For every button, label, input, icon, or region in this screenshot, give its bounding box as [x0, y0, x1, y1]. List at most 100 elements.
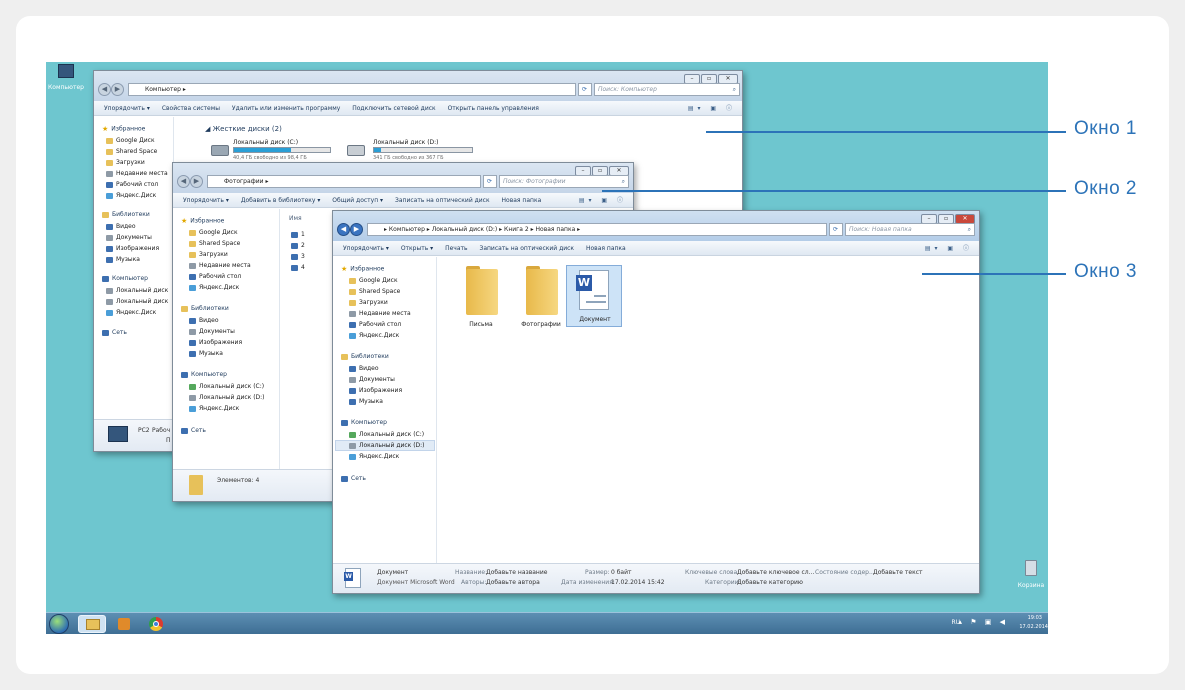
sidebar-item-downloads[interactable]: Загрузки: [189, 251, 228, 258]
sidebar-item-drive-d[interactable]: Локальный диск: [106, 298, 168, 305]
sidebar-item-music[interactable]: Музыка: [189, 350, 223, 357]
sidebar-item-yandex-disk[interactable]: Яндекс.Диск: [189, 284, 239, 291]
file-row[interactable]: 4: [291, 264, 305, 271]
column-header-name[interactable]: Имя: [289, 215, 302, 222]
sidebar-item-drive-c[interactable]: Локальный диск (C:): [349, 431, 424, 438]
cmd-new-folder[interactable]: Новая папка: [502, 197, 542, 204]
sidebar-network[interactable]: Сеть: [102, 329, 127, 336]
clock-date[interactable]: 17.02.2014: [1019, 624, 1048, 630]
taskbar-explorer-button[interactable]: [78, 615, 106, 633]
folder-item-photos[interactable]: Фотографии: [512, 265, 570, 328]
file-row[interactable]: 1: [291, 231, 305, 238]
sidebar-item-music[interactable]: Музыка: [349, 398, 383, 405]
sidebar-item-desktop[interactable]: Рабочий стол: [349, 321, 401, 328]
sidebar-item-yandex-disk-2[interactable]: Яндекс.Диск: [189, 405, 239, 412]
sidebar-favorites[interactable]: ★ Избранное: [181, 217, 224, 225]
start-button[interactable]: [49, 614, 69, 634]
sidebar-item-yandex-disk-2[interactable]: Яндекс.Диск: [106, 309, 156, 316]
sidebar-item-documents[interactable]: Документы: [349, 376, 395, 383]
search-input[interactable]: Поиск: Новая папка: [845, 223, 975, 236]
cmd-print[interactable]: Печать: [445, 245, 467, 252]
sidebar-item-google-drive[interactable]: Google Диск: [106, 137, 155, 144]
sidebar-favorites[interactable]: ★ Избранное: [102, 125, 145, 133]
sidebar-item-recent[interactable]: Недавние места: [189, 262, 251, 269]
window-3[interactable]: – ▫ ✕ ◀ ▶ ▸ Компьютер ▸ Локальный диск (…: [332, 210, 980, 594]
address-bar[interactable]: ▸ Компьютер ▸ Локальный диск (D:) ▸ Книг…: [367, 223, 827, 236]
file-item-document[interactable]: W Документ: [566, 265, 622, 327]
sidebar-item-google-drive[interactable]: Google Диск: [189, 229, 238, 236]
detail-title-value[interactable]: Добавьте название: [486, 569, 547, 576]
cmd-open[interactable]: Открыть ▾: [401, 245, 433, 252]
view-options-icon[interactable]: ▤▾ ▣ ⓘ: [925, 241, 973, 256]
sidebar-item-pictures[interactable]: Изображения: [106, 245, 159, 252]
detail-authors-value[interactable]: Добавьте автора: [486, 579, 540, 586]
sidebar-item-drive-d[interactable]: Локальный диск (D:): [349, 442, 425, 449]
cmd-system-properties[interactable]: Свойства системы: [162, 105, 220, 112]
recycle-bin-icon[interactable]: Корзина: [1014, 560, 1048, 589]
cmd-burn[interactable]: Записать на оптический диск: [395, 197, 490, 204]
sidebar-item-downloads[interactable]: Загрузки: [349, 299, 388, 306]
sidebar-computer[interactable]: Компьютер: [102, 275, 148, 282]
taskbar-chrome-button[interactable]: [142, 615, 170, 633]
forward-icon[interactable]: ▶: [111, 83, 124, 96]
sidebar-item-video[interactable]: Видео: [349, 365, 379, 372]
cmd-burn[interactable]: Записать на оптический диск: [479, 245, 574, 252]
file-row[interactable]: 3: [291, 253, 305, 260]
forward-icon[interactable]: ▶: [350, 223, 363, 236]
back-icon[interactable]: ◀: [337, 223, 350, 236]
sidebar-favorites[interactable]: ★ Избранное: [341, 265, 384, 273]
sidebar-item-documents[interactable]: Документы: [106, 234, 152, 241]
cmd-new-folder[interactable]: Новая папка: [586, 245, 626, 252]
view-options-icon[interactable]: ▤▾ ▣ ⓘ: [688, 101, 736, 116]
sidebar-item-music[interactable]: Музыка: [106, 256, 140, 263]
sidebar-item-google-drive[interactable]: Google Диск: [349, 277, 398, 284]
sidebar-item-documents[interactable]: Документы: [189, 328, 235, 335]
cmd-organize[interactable]: Упорядочить ▾: [183, 197, 229, 204]
search-input[interactable]: Поиск: Фотографии: [499, 175, 629, 188]
address-bar[interactable]: Фотографии ▸: [207, 175, 481, 188]
sidebar-item-yandex-disk[interactable]: Яндекс.Диск: [349, 332, 399, 339]
file-row[interactable]: 2: [291, 242, 305, 249]
sidebar-item-pictures[interactable]: Изображения: [349, 387, 402, 394]
taskbar-media-button[interactable]: [110, 615, 138, 633]
detail-state-value[interactable]: Добавьте текст: [873, 569, 923, 576]
sidebar-item-drive-c[interactable]: Локальный диск (C:): [189, 383, 264, 390]
sidebar-item-drive-c[interactable]: Локальный диск: [106, 287, 168, 294]
desktop-computer-icon[interactable]: Компьютер: [46, 64, 86, 91]
sidebar-item-shared-space[interactable]: Shared Space: [106, 148, 157, 155]
sidebar-libraries[interactable]: Библиотеки: [181, 305, 229, 312]
search-input[interactable]: Поиск: Компьютер: [594, 83, 740, 96]
refresh-icon[interactable]: ⟳: [483, 175, 497, 188]
view-options-icon[interactable]: ▤▾ ▣ ⓘ: [579, 193, 627, 208]
sidebar-item-video[interactable]: Видео: [106, 223, 136, 230]
sidebar-item-drive-d[interactable]: Локальный диск (D:): [189, 394, 265, 401]
sidebar-computer[interactable]: Компьютер: [181, 371, 227, 378]
folder-item-letters[interactable]: Письма: [452, 265, 510, 328]
cmd-organize[interactable]: Упорядочить ▾: [343, 245, 389, 252]
back-icon[interactable]: ◀: [98, 83, 111, 96]
sidebar-item-yandex-disk-2[interactable]: Яндекс.Диск: [349, 453, 399, 460]
cmd-share[interactable]: Общий доступ ▾: [332, 197, 383, 204]
cmd-map-drive[interactable]: Подключить сетевой диск: [352, 105, 435, 112]
section-hard-drives[interactable]: ◢ Жесткие диски (2): [205, 125, 282, 133]
sidebar-network[interactable]: Сеть: [341, 475, 366, 482]
sidebar-item-pictures[interactable]: Изображения: [189, 339, 242, 346]
back-icon[interactable]: ◀: [177, 175, 190, 188]
sidebar-item-yandex-disk[interactable]: Яндекс.Диск: [106, 192, 156, 199]
sidebar-item-shared-space[interactable]: Shared Space: [189, 240, 240, 247]
refresh-icon[interactable]: ⟳: [829, 223, 843, 236]
cmd-add-to-library[interactable]: Добавить в библиотеку ▾: [241, 197, 321, 204]
detail-tags-value[interactable]: Добавьте ключевое сл...: [737, 569, 814, 576]
sidebar-item-desktop[interactable]: Рабочий стол: [189, 273, 241, 280]
cmd-control-panel[interactable]: Открыть панель управления: [448, 105, 539, 112]
sidebar-item-recent[interactable]: Недавние места: [349, 310, 411, 317]
cmd-organize[interactable]: Упорядочить ▾: [104, 105, 150, 112]
address-bar[interactable]: Компьютер ▸: [128, 83, 576, 96]
sidebar-item-recent[interactable]: Недавние места: [106, 170, 168, 177]
clock-time[interactable]: 19:03: [1028, 615, 1042, 621]
sidebar-item-desktop[interactable]: Рабочий стол: [106, 181, 158, 188]
sidebar-network[interactable]: Сеть: [181, 427, 206, 434]
sidebar-item-video[interactable]: Видео: [189, 317, 219, 324]
cmd-uninstall[interactable]: Удалить или изменить программу: [232, 105, 340, 112]
forward-icon[interactable]: ▶: [190, 175, 203, 188]
